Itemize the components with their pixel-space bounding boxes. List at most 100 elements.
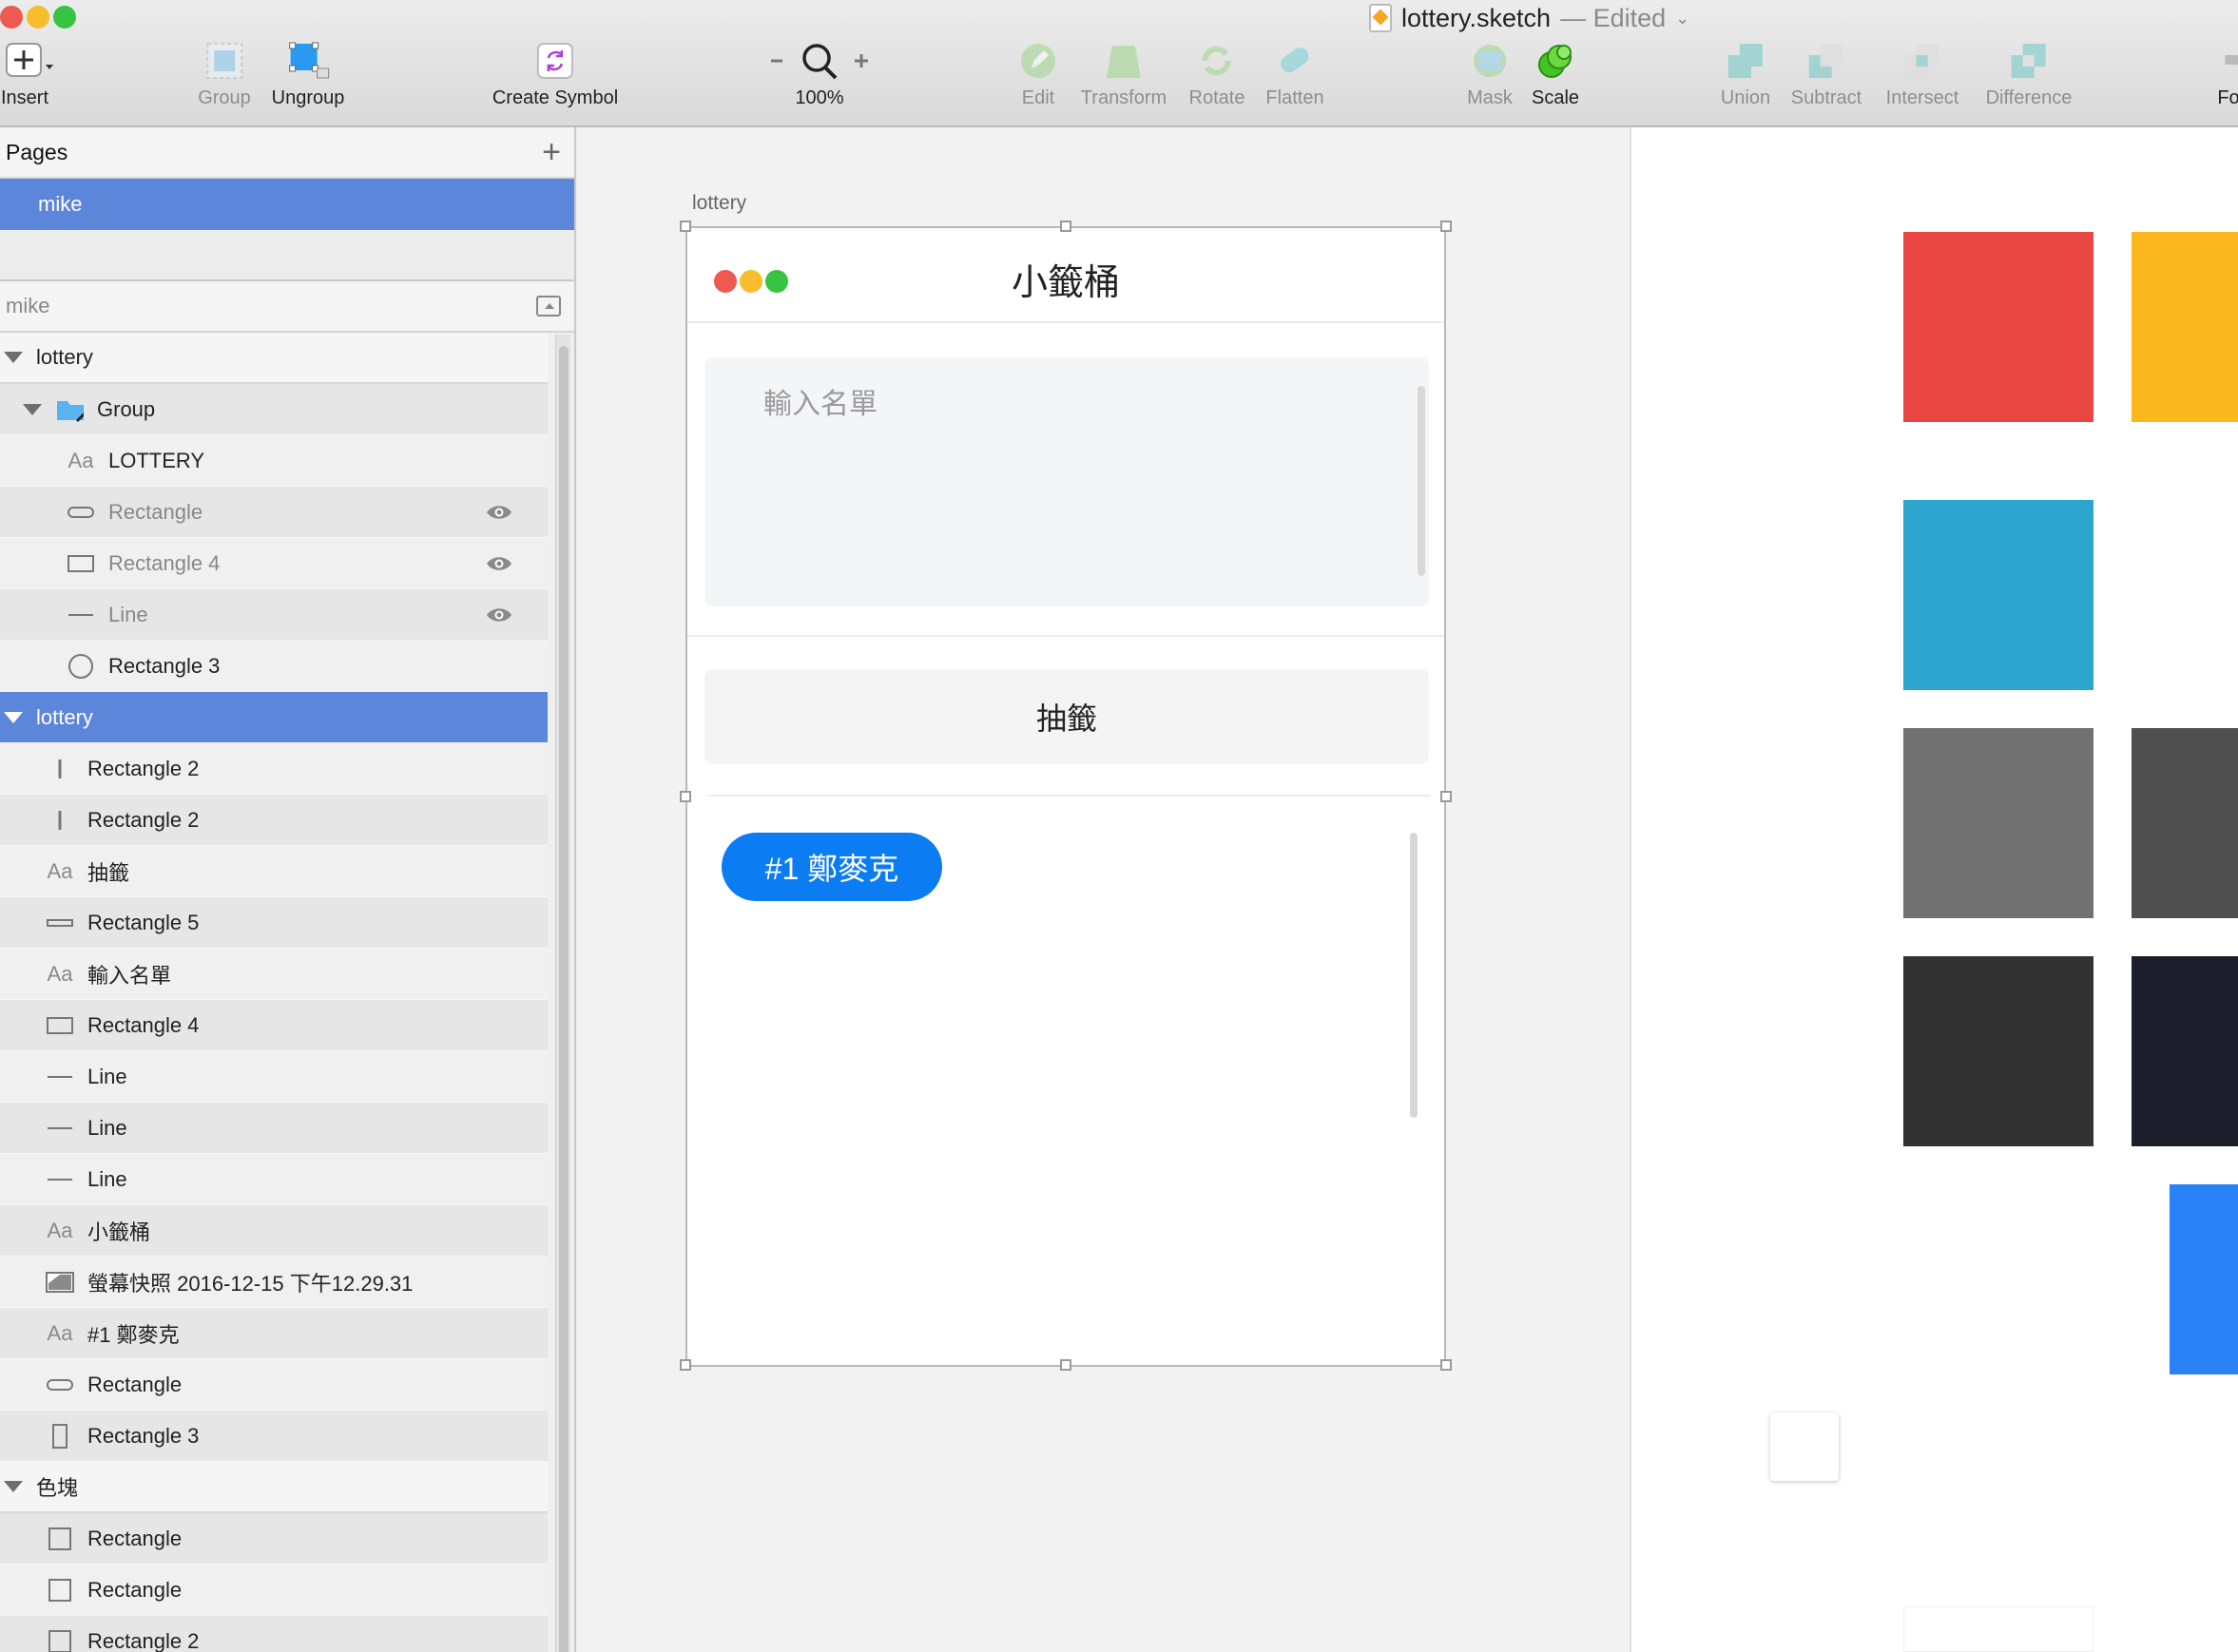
layer-row[interactable]: Rectangle 2 xyxy=(0,743,548,795)
rounded-rect-layer-icon xyxy=(67,500,95,525)
layer-row[interactable]: lottery xyxy=(0,333,548,384)
layer-row[interactable]: 色塊 xyxy=(0,1462,548,1513)
resize-handle-top[interactable] xyxy=(1060,221,1071,232)
insert-plus-icon xyxy=(6,42,53,80)
layer-row[interactable]: Rectangle 2 xyxy=(0,795,548,846)
swatch-gray[interactable] xyxy=(1903,728,2093,918)
layer-name: Rectangle xyxy=(108,499,203,524)
layer-name: lottery xyxy=(36,345,93,369)
disclosure-triangle-icon[interactable] xyxy=(23,403,42,415)
divider xyxy=(687,635,1444,637)
result-pill[interactable]: #1 鄭麥克 xyxy=(722,833,942,901)
artboard-label[interactable]: lottery xyxy=(692,192,746,215)
resize-handle-right[interactable] xyxy=(1440,791,1452,802)
eye-icon[interactable] xyxy=(485,554,513,573)
layer-row[interactable]: Rectangle 4 xyxy=(0,1000,548,1051)
disclosure-triangle-icon[interactable] xyxy=(4,352,23,363)
swatch-red[interactable] xyxy=(1903,232,2093,422)
layer-row[interactable]: Rectangle 4 xyxy=(0,538,548,589)
text-layer-icon: Aa xyxy=(47,1320,73,1345)
layer-row[interactable]: Rectangle xyxy=(0,1359,548,1411)
layer-row[interactable]: Rectangle 3 xyxy=(0,1411,548,1462)
ungroup-button[interactable]: Ungroup xyxy=(272,42,344,109)
layer-row[interactable]: 螢幕快照 2016-12-15 下午12.29.31 xyxy=(0,1257,548,1308)
layer-row[interactable]: Group xyxy=(0,384,548,435)
swatch-white[interactable] xyxy=(1903,1606,2093,1652)
draw-button[interactable]: 抽籤 xyxy=(704,669,1429,764)
swatch-navy-black[interactable] xyxy=(2132,956,2238,1146)
minimize-window-button[interactable] xyxy=(27,6,49,29)
layer-row[interactable]: Aa 輸入名單 xyxy=(0,949,548,1000)
group-button[interactable]: Group xyxy=(198,42,251,109)
disclosure-triangle-icon[interactable] xyxy=(4,711,23,723)
layer-row[interactable]: lottery xyxy=(0,692,548,743)
canvas[interactable]: lottery 小籤桶 輸入名單 抽籤 #1 鄭麥克 xyxy=(576,127,1630,1652)
resize-handle-bottom-right[interactable] xyxy=(1440,1359,1452,1371)
layer-name: Line xyxy=(87,1166,127,1191)
zoom-window-button[interactable] xyxy=(53,6,76,29)
edit-button[interactable]: Edit xyxy=(1019,42,1057,109)
difference-button[interactable]: Difference xyxy=(1986,42,2072,109)
toolbar: lottery.sketch — Edited ⌄ Insert Group U… xyxy=(0,0,2238,127)
close-window-button[interactable] xyxy=(0,6,23,29)
layer-row[interactable]: Rectangle xyxy=(0,1565,548,1616)
rotate-button[interactable]: Rotate xyxy=(1189,42,1244,109)
scale-icon xyxy=(1536,42,1574,80)
layer-row[interactable]: Rectangle 5 xyxy=(0,897,548,949)
swatch-charcoal[interactable] xyxy=(1903,956,2093,1146)
layer-row[interactable]: Aa #1 鄭麥克 xyxy=(0,1308,548,1359)
union-icon xyxy=(1727,42,1765,80)
eye-icon[interactable] xyxy=(485,605,513,624)
edit-label: Edit xyxy=(1021,87,1055,108)
color-swatch-artboard[interactable] xyxy=(1630,127,2238,1652)
resize-handle-left[interactable] xyxy=(680,791,691,802)
layer-row[interactable]: Aa 小籤桶 xyxy=(0,1205,548,1257)
current-page-name: mike xyxy=(6,294,50,317)
swatch-white-small[interactable] xyxy=(1770,1412,1839,1481)
subtract-button[interactable]: Subtract xyxy=(1791,42,1862,109)
square-layer-icon xyxy=(46,1629,74,1652)
create-symbol-button[interactable]: Create Symbol xyxy=(492,42,618,109)
eye-icon[interactable] xyxy=(485,503,513,522)
layer-row[interactable]: Rectangle 2 xyxy=(0,1616,548,1652)
artboard-lottery[interactable]: 小籤桶 輸入名單 抽籤 #1 鄭麥克 xyxy=(680,221,1452,1371)
union-button[interactable]: Union xyxy=(1721,42,1770,109)
resize-handle-bottom-left[interactable] xyxy=(680,1359,691,1371)
layer-row[interactable]: Line xyxy=(0,1154,548,1205)
disclosure-triangle-icon[interactable] xyxy=(4,1481,23,1492)
mask-button[interactable]: Mask xyxy=(1467,42,1513,109)
layer-row[interactable]: Line xyxy=(0,589,548,641)
rotate-icon xyxy=(1198,42,1236,80)
scrollbar-thumb[interactable] xyxy=(559,346,569,1652)
format-button[interactable]: Fo xyxy=(2217,42,2238,109)
layer-row[interactable]: Aa 抽籤 xyxy=(0,846,548,897)
zoom-control[interactable]: 100% xyxy=(767,42,872,109)
layer-name: Rectangle 4 xyxy=(87,1012,200,1037)
insert-button[interactable]: Insert xyxy=(1,42,53,109)
layer-row[interactable]: Line xyxy=(0,1103,548,1154)
intersect-button[interactable]: Intersect xyxy=(1886,42,1958,109)
transform-button[interactable]: Transform xyxy=(1081,42,1167,109)
swatch-dark-gray[interactable] xyxy=(2132,728,2238,918)
resize-handle-top-left[interactable] xyxy=(680,221,691,232)
scale-button[interactable]: Scale xyxy=(1532,42,1579,109)
resize-handle-top-right[interactable] xyxy=(1440,221,1452,232)
flatten-button[interactable]: Flatten xyxy=(1265,42,1324,109)
document-title[interactable]: lottery.sketch — Edited ⌄ xyxy=(1369,2,1689,34)
layer-row[interactable]: Rectangle xyxy=(0,1513,548,1565)
resize-handle-bottom[interactable] xyxy=(1060,1359,1071,1371)
layer-list-scrollbar[interactable] xyxy=(555,335,570,1652)
add-page-icon[interactable]: + xyxy=(542,136,561,168)
layer-row[interactable]: Rectangle xyxy=(0,487,548,538)
swatch-yellow[interactable] xyxy=(2132,232,2238,422)
swatch-cyan[interactable] xyxy=(1903,500,2093,690)
layer-row[interactable]: Line xyxy=(0,1051,548,1103)
chevron-down-icon: ⌄ xyxy=(1675,8,1690,28)
swatch-blue[interactable] xyxy=(2170,1184,2238,1374)
collapse-layers-icon[interactable] xyxy=(536,296,561,317)
name-list-textarea[interactable]: 輸入名單 xyxy=(704,357,1429,606)
divider xyxy=(708,795,1431,797)
layer-row[interactable]: Aa LOTTERY xyxy=(0,435,548,487)
page-item-mike[interactable]: mike xyxy=(0,179,574,230)
layer-row[interactable]: Rectangle 3 xyxy=(0,641,548,692)
